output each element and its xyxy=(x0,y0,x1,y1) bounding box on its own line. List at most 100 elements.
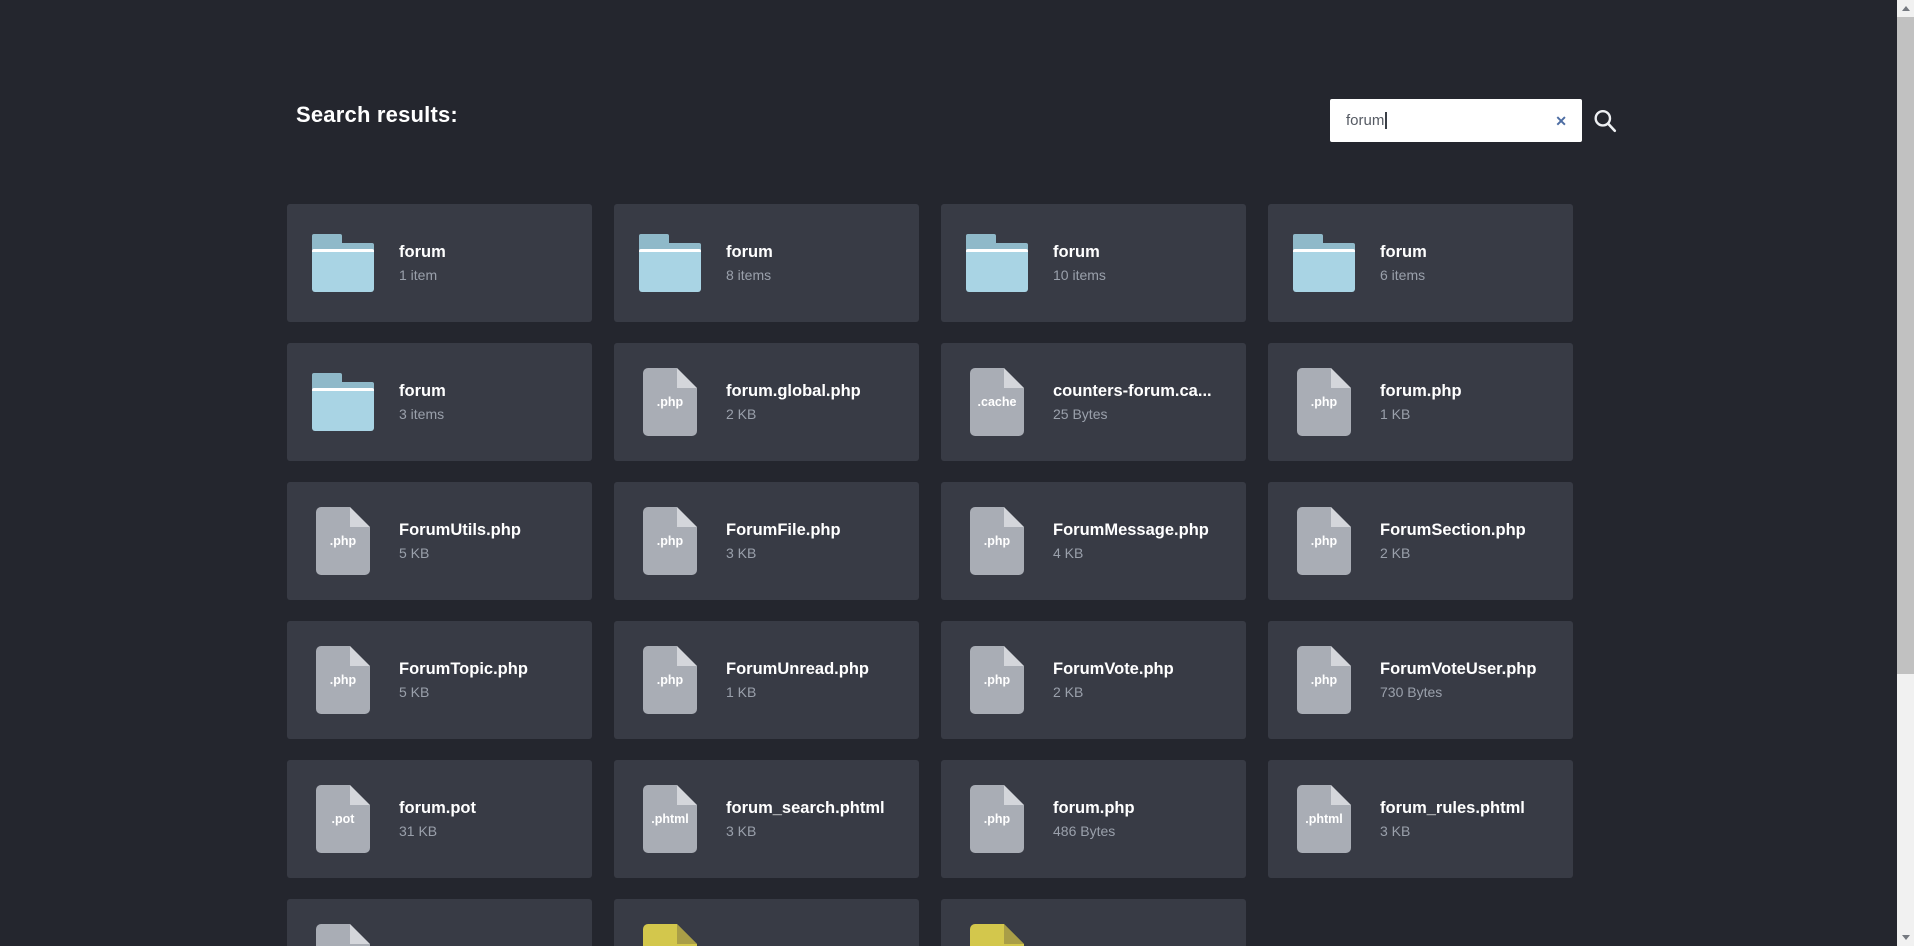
file-icon: .php xyxy=(643,368,697,436)
file-card[interactable]: forum 3 items xyxy=(287,343,592,461)
file-ext-label: .cache xyxy=(970,395,1024,409)
file-card[interactable]: .php ForumUtils.php 5 KB xyxy=(287,482,592,600)
card-icon-slot: .php xyxy=(614,368,726,436)
clear-search-button[interactable]: ✕ xyxy=(1555,114,1567,128)
file-icon: .php xyxy=(1297,368,1351,436)
item-name: forum xyxy=(399,243,446,262)
file-icon: .php xyxy=(643,646,697,714)
search-box[interactable]: forum ✕ xyxy=(1330,99,1582,142)
item-name: forum.global.php xyxy=(726,382,861,401)
search-input-value: forum xyxy=(1346,112,1384,129)
file-icon: .php xyxy=(316,646,370,714)
file-icon xyxy=(643,924,697,946)
file-card[interactable]: forum 8 items xyxy=(614,204,919,322)
file-icon: .php xyxy=(643,507,697,575)
file-card[interactable]: forum 10 items xyxy=(941,204,1246,322)
item-meta: 5 KB xyxy=(399,684,528,700)
file-icon: .php xyxy=(970,785,1024,853)
card-icon-slot xyxy=(287,234,399,292)
item-meta: 25 Bytes xyxy=(1053,406,1212,422)
item-meta: 486 Bytes xyxy=(1053,823,1135,839)
item-name: ForumFile.php xyxy=(726,521,841,540)
item-name: forum xyxy=(1380,243,1427,262)
item-meta: 3 KB xyxy=(726,823,885,839)
file-ext-label: .php xyxy=(643,534,697,548)
file-card[interactable]: .php ForumVote.php 2 KB xyxy=(941,621,1246,739)
item-name: forum.php xyxy=(1380,382,1462,401)
file-card[interactable]: .phtml forum_search.phtml 3 KB xyxy=(614,760,919,878)
item-name: forum xyxy=(1053,243,1106,262)
item-name: ForumVoteUser.php xyxy=(1380,660,1536,679)
file-card[interactable]: .php ForumFile.php 3 KB xyxy=(614,482,919,600)
file-card[interactable]: .php ForumTopic.php 5 KB xyxy=(287,621,592,739)
item-name: forum xyxy=(726,243,773,262)
file-card[interactable]: .php ForumSection.php 2 KB xyxy=(1268,482,1573,600)
file-fold-corner xyxy=(1004,646,1024,666)
card-icon-slot: .php xyxy=(1268,507,1380,575)
file-fold-corner xyxy=(1004,785,1024,805)
file-card[interactable] xyxy=(614,899,919,946)
file-fold-corner xyxy=(350,924,370,944)
card-icon-slot: .phtml xyxy=(1268,785,1380,853)
file-icon: .php xyxy=(1297,646,1351,714)
scrollbar[interactable] xyxy=(1897,0,1914,946)
file-card[interactable]: .php forum.global.php 2 KB xyxy=(614,343,919,461)
file-fold-corner xyxy=(1331,507,1351,527)
file-icon xyxy=(970,924,1024,946)
item-name: forum xyxy=(399,382,446,401)
file-fold-corner xyxy=(1331,646,1351,666)
item-meta: 2 KB xyxy=(726,406,861,422)
card-icon-slot xyxy=(287,924,399,946)
file-card[interactable]: .php ForumUnread.php 1 KB xyxy=(614,621,919,739)
file-card[interactable]: forum 6 items xyxy=(1268,204,1573,322)
file-card[interactable] xyxy=(941,899,1246,946)
file-card[interactable]: .phtml forum_rules.phtml 3 KB xyxy=(1268,760,1573,878)
item-meta: 10 items xyxy=(1053,267,1106,283)
file-card[interactable]: .pot forum.pot 31 KB xyxy=(287,760,592,878)
file-card[interactable]: .cache counters-forum.ca... 25 Bytes xyxy=(941,343,1246,461)
card-icon-slot: .php xyxy=(941,785,1053,853)
card-icon-slot xyxy=(1268,234,1380,292)
item-meta: 730 Bytes xyxy=(1380,684,1536,700)
search-icon[interactable] xyxy=(1592,107,1618,134)
card-icon-slot: .php xyxy=(287,646,399,714)
scroll-up-arrow-icon[interactable] xyxy=(1897,0,1914,17)
file-ext-label: .phtml xyxy=(1297,812,1351,826)
file-icon: .phtml xyxy=(643,785,697,853)
file-ext-label: .pot xyxy=(316,812,370,826)
item-name: ForumUnread.php xyxy=(726,660,869,679)
file-icon: .phtml xyxy=(1297,785,1351,853)
scroll-down-arrow-icon[interactable] xyxy=(1897,929,1914,946)
file-card[interactable]: .php forum.php 1 KB xyxy=(1268,343,1573,461)
item-name: ForumTopic.php xyxy=(399,660,528,679)
file-ext-label: .php xyxy=(643,673,697,687)
card-icon-slot xyxy=(614,924,726,946)
card-icon-slot: .php xyxy=(1268,646,1380,714)
file-card[interactable]: forum 1 item xyxy=(287,204,592,322)
file-card[interactable]: .php forum.php 486 Bytes xyxy=(941,760,1246,878)
folder-icon xyxy=(312,373,374,431)
item-name: counters-forum.ca... xyxy=(1053,382,1212,401)
file-card[interactable]: .php ForumMessage.php 4 KB xyxy=(941,482,1246,600)
file-icon: .php xyxy=(1297,507,1351,575)
item-name: forum.php xyxy=(1053,799,1135,818)
card-icon-slot xyxy=(941,234,1053,292)
file-card[interactable]: .php ForumVoteUser.php 730 Bytes xyxy=(1268,621,1573,739)
search-input[interactable]: forum xyxy=(1330,112,1555,129)
folder-icon xyxy=(312,234,374,292)
item-meta: 1 item xyxy=(399,267,446,283)
text-caret xyxy=(1385,112,1387,129)
item-meta: 2 KB xyxy=(1053,684,1174,700)
scrollbar-thumb[interactable] xyxy=(1897,17,1914,674)
file-fold-corner xyxy=(1331,368,1351,388)
file-fold-corner xyxy=(677,646,697,666)
file-fold-corner xyxy=(677,785,697,805)
card-icon-slot: .php xyxy=(941,646,1053,714)
results-grid: forum 1 item forum 8 items forum 10 item… xyxy=(287,204,1573,946)
item-meta: 3 KB xyxy=(726,545,841,561)
file-icon: .php xyxy=(970,507,1024,575)
file-card[interactable] xyxy=(287,899,592,946)
file-fold-corner xyxy=(350,507,370,527)
file-icon xyxy=(316,924,370,946)
item-meta: 4 KB xyxy=(1053,545,1209,561)
